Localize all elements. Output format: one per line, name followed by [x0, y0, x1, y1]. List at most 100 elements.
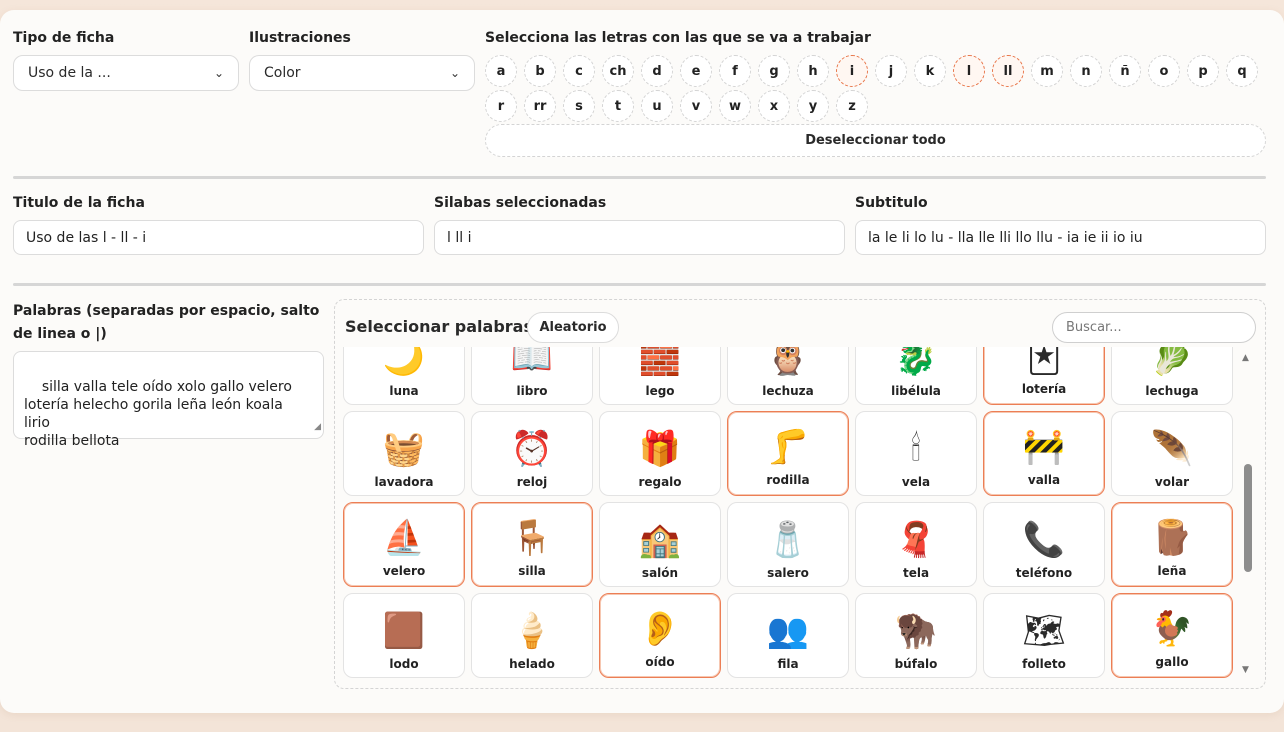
letter-chip-l[interactable]: l: [953, 55, 985, 87]
divider: [13, 176, 1266, 179]
word-card[interactable]: 🟫 lodo: [343, 593, 465, 678]
chevron-down-icon: ⌄: [213, 66, 224, 80]
word-card[interactable]: 🧂 salero: [727, 502, 849, 587]
word-illustration-icon: 🍦: [510, 611, 554, 651]
letter-chip-j[interactable]: j: [875, 55, 907, 87]
letter-chip-e[interactable]: e: [680, 55, 712, 87]
word-card[interactable]: 🏫 salón: [599, 502, 721, 587]
scroll-up-icon[interactable]: ▲: [1242, 353, 1249, 363]
ilustraciones-select[interactable]: Color ⌄: [249, 55, 475, 91]
word-label: lotería: [1021, 382, 1067, 396]
letter-chip-u[interactable]: u: [641, 90, 673, 122]
letter-chip-r[interactable]: r: [485, 90, 517, 122]
word-card[interactable]: 🦵 rodilla: [727, 411, 849, 496]
word-illustration-icon: ⏰: [510, 429, 554, 469]
word-card[interactable]: 📞 teléfono: [983, 502, 1105, 587]
word-card[interactable]: 👥 fila: [727, 593, 849, 678]
palabras-text: silla valla tele oído xolo gallo velero …: [24, 379, 292, 449]
word-card[interactable]: 🐓 gallo: [1111, 593, 1233, 678]
random-button[interactable]: Aleatorio: [527, 312, 619, 343]
scrollbar-thumb[interactable]: [1244, 464, 1252, 572]
titulo-input[interactable]: Uso de las l - ll - i: [13, 220, 424, 255]
word-card[interactable]: 🥬 lechuga: [1111, 347, 1233, 405]
letter-chip-rr[interactable]: rr: [524, 90, 556, 122]
word-card[interactable]: 🗺 folleto: [983, 593, 1105, 678]
letter-chip-o[interactable]: o: [1148, 55, 1180, 87]
search-input[interactable]: Buscar...: [1052, 312, 1256, 343]
word-card[interactable]: 🧺 lavadora: [343, 411, 465, 496]
letter-chip-x[interactable]: x: [758, 90, 790, 122]
letter-chip-t[interactable]: t: [602, 90, 634, 122]
letter-chip-f[interactable]: f: [719, 55, 751, 87]
word-card[interactable]: 🕯 vela: [855, 411, 977, 496]
resize-handle-icon[interactable]: ◢: [314, 418, 321, 436]
letter-chip-c[interactable]: c: [563, 55, 595, 87]
word-card[interactable]: 📖 libro: [471, 347, 593, 405]
word-card[interactable]: 🪵 leña: [1111, 502, 1233, 587]
letter-chip-z[interactable]: z: [836, 90, 868, 122]
word-card[interactable]: 🪶 volar: [1111, 411, 1233, 496]
worksheet-panel: Tipo de ficha Uso de la ... ⌄ Ilustracio…: [0, 10, 1284, 713]
word-card[interactable]: 🧱 lego: [599, 347, 721, 405]
letter-row-2: r rr s t u v w x y z: [485, 90, 1275, 122]
word-label: regalo: [638, 475, 682, 489]
word-label: volar: [1154, 475, 1190, 489]
word-card[interactable]: ⏰ reloj: [471, 411, 593, 496]
letter-chip-y[interactable]: y: [797, 90, 829, 122]
letter-chip-m[interactable]: m: [1031, 55, 1063, 87]
letter-chip-d[interactable]: d: [641, 55, 673, 87]
tipo-ficha-select[interactable]: Uso de la ... ⌄: [13, 55, 239, 91]
letter-chip-ch[interactable]: ch: [602, 55, 634, 87]
letter-chip-n[interactable]: n: [1070, 55, 1102, 87]
letter-chip-p[interactable]: p: [1187, 55, 1219, 87]
word-label: fila: [777, 657, 799, 671]
letter-chip-a[interactable]: a: [485, 55, 517, 87]
letter-chip-h[interactable]: h: [797, 55, 829, 87]
silabas-label: Silabas seleccionadas: [434, 195, 607, 211]
letter-chip-g[interactable]: g: [758, 55, 790, 87]
word-label: luna: [389, 384, 419, 398]
letter-chip-s[interactable]: s: [563, 90, 595, 122]
word-card[interactable]: 🐉 libélula: [855, 347, 977, 405]
word-illustration-icon: 👥: [766, 611, 810, 651]
word-card[interactable]: 🍦 helado: [471, 593, 593, 678]
word-label: folleto: [1022, 657, 1066, 671]
word-card[interactable]: 🚧 valla: [983, 411, 1105, 496]
word-card[interactable]: ⛵ velero: [343, 502, 465, 587]
word-illustration-icon: 🌙: [382, 347, 426, 378]
word-label: libro: [516, 384, 548, 398]
subtitulo-input[interactable]: la le li lo lu - lla lle lli llo llu - i…: [855, 220, 1266, 255]
letter-chip-v[interactable]: v: [680, 90, 712, 122]
word-card[interactable]: 🦬 búfalo: [855, 593, 977, 678]
word-illustration-icon: 🥬: [1150, 347, 1194, 378]
letter-chip-k[interactable]: k: [914, 55, 946, 87]
word-label: salón: [641, 566, 679, 580]
word-card[interactable]: 🌙 luna: [343, 347, 465, 405]
word-label: libélula: [891, 384, 941, 398]
word-grid-viewport: 🌙 luna 📖 libro 🧱 lego 🦉 lechuza 🐉 libélula 🃏 loterí…: [343, 347, 1238, 681]
silabas-input[interactable]: l ll i: [434, 220, 845, 255]
word-label: helado: [509, 657, 555, 671]
word-card[interactable]: 👂 oído: [599, 593, 721, 678]
vertical-scrollbar[interactable]: ▲ ▼: [1241, 347, 1255, 681]
word-label: leña: [1157, 564, 1187, 578]
letter-chip-ñ[interactable]: ñ: [1109, 55, 1141, 87]
word-card[interactable]: 🃏 lotería: [983, 347, 1105, 405]
word-illustration-icon: 🦉: [766, 347, 810, 378]
word-illustration-icon: 📖: [510, 347, 554, 378]
letter-chip-i[interactable]: i: [836, 55, 868, 87]
word-label: rodilla: [766, 473, 810, 487]
word-card[interactable]: 🦉 lechuza: [727, 347, 849, 405]
deselect-all-button[interactable]: Deseleccionar todo: [485, 124, 1266, 157]
word-card[interactable]: 🪑 silla: [471, 502, 593, 587]
letter-row-1: a b c ch d e f g h i j k l ll m n ñ o p q: [485, 55, 1275, 87]
word-label: gallo: [1155, 655, 1189, 669]
letter-chip-q[interactable]: q: [1226, 55, 1258, 87]
letter-chip-w[interactable]: w: [719, 90, 751, 122]
palabras-textarea[interactable]: silla valla tele oído xolo gallo velero …: [13, 351, 324, 449]
word-card[interactable]: 🧣 tela: [855, 502, 977, 587]
scroll-down-icon[interactable]: ▼: [1242, 665, 1249, 675]
letter-chip-ll[interactable]: ll: [992, 55, 1024, 87]
word-card[interactable]: 🎁 regalo: [599, 411, 721, 496]
letter-chip-b[interactable]: b: [524, 55, 556, 87]
